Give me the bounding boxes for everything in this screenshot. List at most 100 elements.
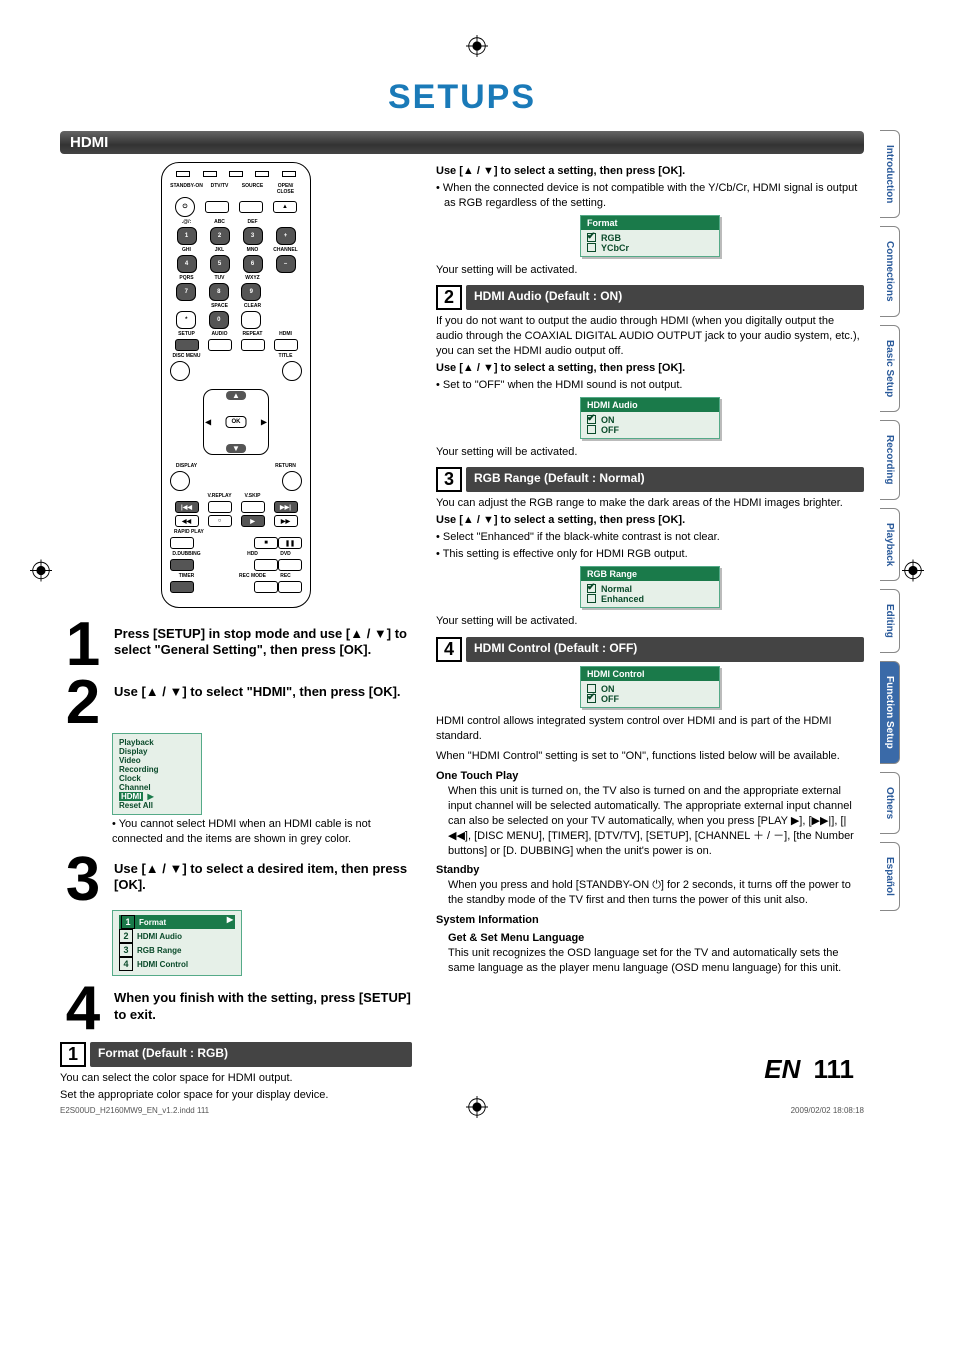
tab-playback[interactable]: Playback (880, 508, 900, 581)
btn-timer (170, 581, 194, 593)
submenu-hdmi-audio: HDMI Audio (137, 932, 182, 941)
use-arrows-3: Use [▲ / ▼] to select a setting, then pr… (436, 514, 685, 526)
footer-date: 2009/02/02 18:08:18 (791, 1106, 864, 1115)
lbl-tuv: TUV (203, 275, 236, 281)
section-hdmi: HDMI (60, 131, 864, 154)
sub4-p2: When "HDMI Control" setting is set to "O… (436, 749, 864, 764)
lbl-ddubbing: D.DUBBING (170, 551, 203, 557)
sub-format-title: Format (Default : RGB) (90, 1042, 412, 1067)
opt-hc-off: OFF (601, 694, 619, 704)
activated-2: Your setting will be activated. (436, 445, 864, 460)
lbl-ghi: GHI (170, 247, 203, 253)
chevron-right-icon: ▶ (147, 792, 153, 801)
btn-rapid (170, 537, 194, 549)
box-hdmiaudio-header: HDMI Audio (581, 398, 719, 412)
btn-setup (175, 339, 199, 351)
arrow-right-icon: ▶ (261, 418, 267, 427)
page-num: 111 (813, 1054, 854, 1084)
btn-8: 8 (209, 283, 229, 301)
tab-basic-setup[interactable]: Basic Setup (880, 325, 900, 412)
heading-one-touch-play: One Touch Play (436, 770, 864, 782)
activated-1: Your setting will be activated. (436, 263, 864, 278)
checkbox-off-icon (587, 425, 596, 434)
lbl-vreplay: V.REPLAY (203, 493, 236, 499)
step-2-text: Use [▲ / ▼] to select "HDMI", then press… (114, 684, 401, 699)
btn-clear (241, 311, 261, 329)
submenu-hdmi-control: HDMI Control (137, 960, 188, 969)
tab-espanol[interactable]: Español (880, 842, 900, 911)
btn-prev: |◀◀ (175, 501, 199, 513)
opt-on: ON (601, 415, 615, 425)
use-arrows-2: Use [▲ / ▼] to select a setting, then pr… (436, 362, 685, 374)
step-3-number: 3 (60, 855, 106, 905)
box-format-header: Format (581, 216, 719, 230)
checkbox-on-icon (587, 584, 596, 593)
btn-display (170, 471, 190, 491)
btn-next: ▶▶| (274, 501, 298, 513)
tab-introduction[interactable]: Introduction (880, 130, 900, 218)
tab-connections[interactable]: Connections (880, 226, 900, 317)
lbl-jkl: JKL (203, 247, 236, 253)
sub3-body: You can adjust the RGB range to make the… (436, 496, 864, 511)
sub2-body: If you do not want to output the audio t… (436, 314, 864, 359)
lbl-repeat: REPEAT (236, 331, 269, 337)
btn-stop: ■ (254, 537, 278, 549)
lbl-openclose: OPEN/ CLOSE (269, 183, 302, 195)
sub4-p1: HDMI control allows integrated system co… (436, 714, 864, 744)
box-hdmicontrol-header: HDMI Control (581, 667, 719, 681)
btn-standby: ⏻ (175, 197, 195, 217)
sub3-title: RGB Range (Default : Normal) (466, 467, 864, 492)
menu-item-channel: Channel (119, 783, 195, 792)
text-standby: When you press and hold [STANDBY-ON ⏻] f… (448, 878, 864, 908)
note-compat: • When the connected device is not compa… (436, 181, 864, 211)
lbl-channel: CHANNEL (269, 247, 302, 253)
btn-audio (208, 339, 232, 351)
checkbox-on-icon (587, 694, 596, 703)
btn-3: 3 (243, 227, 263, 245)
lbl-setup: SETUP (170, 331, 203, 337)
step-4: 4 When you finish with the setting, pres… (60, 984, 412, 1034)
box-format: Format RGB YCbCr (580, 215, 720, 257)
btn-0: 0 (209, 311, 229, 329)
step-1: 1 Press [SETUP] in stop mode and use [▲ … (60, 620, 412, 670)
sub3-num: 3 (436, 467, 462, 492)
lbl-def: DEF (236, 219, 269, 225)
btn-dtvtv (205, 201, 229, 213)
lbl-clear: CLEAR (236, 303, 269, 309)
btn-star: * (176, 311, 196, 329)
step-2-note: • You cannot select HDMI when an HDMI ca… (112, 817, 412, 847)
lbl-source: SOURCE (236, 183, 269, 195)
btn-discmenu (170, 361, 190, 381)
lbl-rapidplay: RAPID PLAY (170, 529, 302, 535)
menu-general: Playback Display Video Recording Clock C… (112, 733, 202, 815)
lbl-discmenu: DISC MENU (170, 353, 203, 359)
tab-recording[interactable]: Recording (880, 420, 900, 499)
lbl-vskip: V.SKIP (236, 493, 269, 499)
checkbox-on-icon (587, 233, 596, 242)
menu-item-recording: Recording (119, 765, 195, 774)
tab-function-setup[interactable]: Function Setup (880, 661, 900, 764)
tab-editing[interactable]: Editing (880, 589, 900, 653)
step-4-number: 4 (60, 984, 106, 1034)
lbl-recmode: REC MODE (236, 573, 269, 579)
arrow-down-icon: ▼ (226, 444, 246, 453)
step-3-text: Use [▲ / ▼] to select a desired item, th… (114, 855, 412, 905)
menu-item-video: Video (119, 756, 195, 765)
box-rgbrange-header: RGB Range (581, 567, 719, 581)
heading-standby: Standby (436, 864, 864, 876)
tab-others[interactable]: Others (880, 772, 900, 834)
sub-format-line2: Set the appropriate color space for your… (60, 1088, 412, 1103)
btn-5: 5 (210, 255, 230, 273)
activated-3: Your setting will be activated. (436, 614, 864, 629)
btn-hdd (254, 559, 278, 571)
lbl-space: SPACE (203, 303, 236, 309)
lbl-sym: .@/: (170, 219, 203, 225)
step-2-number: 2 (60, 678, 106, 728)
step-1-number: 1 (60, 620, 106, 670)
btn-openclose: ▲ (273, 201, 297, 213)
lbl-hdd: HDD (236, 551, 269, 557)
lbl-dtvtv: DTV/TV (203, 183, 236, 195)
sub2-bullet: • Set to "OFF" when the HDMI sound is no… (436, 378, 864, 393)
lbl-mno: MNO (236, 247, 269, 253)
checkbox-off-icon (587, 243, 596, 252)
